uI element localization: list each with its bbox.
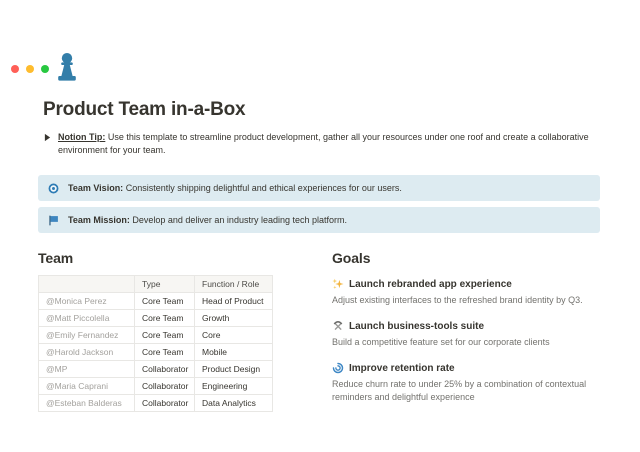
member-name-cell[interactable]: @Matt Piccolella [38, 309, 135, 327]
member-role-cell[interactable]: Data Analytics [194, 394, 273, 412]
tip-label: Notion Tip: [58, 132, 106, 142]
goal-item: Improve retention rate Reduce churn rate… [332, 362, 602, 404]
member-type-cell[interactable]: Collaborator [134, 360, 195, 378]
mission-text-block: Team Mission: Develop and deliver an ind… [68, 214, 347, 226]
vision-label: Team Vision: [68, 183, 124, 193]
goal-description: Reduce churn rate to under 25% by a comb… [332, 379, 587, 402]
tip-text: Use this template to streamline product … [58, 132, 589, 155]
minimize-window-button[interactable] [26, 65, 34, 73]
goal-item: Launch rebranded app experience Adjust e… [332, 278, 602, 307]
toggle-triangle-icon[interactable] [44, 133, 51, 146]
goal-description: Adjust existing interfaces to the refres… [332, 295, 583, 305]
goal-item: Launch business-tools suite Build a comp… [332, 320, 602, 349]
team-heading: Team [38, 250, 74, 266]
vision-text-block: Team Vision: Consistently shipping delig… [68, 182, 402, 194]
table-header-row: Type Function / Role [38, 275, 273, 293]
member-name-cell[interactable]: @Monica Perez [38, 292, 135, 310]
member-role-cell[interactable]: Head of Product [194, 292, 273, 310]
goal-title: Launch business-tools suite [349, 320, 485, 332]
member-type-cell[interactable]: Collaborator [134, 377, 195, 395]
goal-title: Launch rebranded app experience [349, 278, 512, 290]
flag-icon [48, 215, 59, 226]
table-row: @Esteban Balderas Collaborator Data Anal… [38, 394, 273, 412]
team-table: Type Function / Role @Monica Perez Core … [38, 275, 273, 412]
team-section: Team Type Function / Role @Monica Perez … [38, 250, 273, 412]
table-row: @Matt Piccolella Core Team Growth [38, 309, 273, 327]
goals-heading: Goals [332, 250, 371, 266]
member-name-cell[interactable]: @Emily Fernandez [38, 326, 135, 344]
sparkles-icon [332, 278, 344, 290]
header-cell-blank[interactable] [38, 275, 135, 293]
table-row: @Harold Jackson Core Team Mobile [38, 343, 273, 361]
zoom-window-button[interactable] [41, 65, 49, 73]
pawn-icon[interactable] [54, 52, 80, 84]
notion-tip-toggle-block[interactable]: Notion Tip: Use this template to streaml… [44, 131, 600, 157]
tip-text-block: Notion Tip: Use this template to streaml… [58, 131, 600, 157]
hammer-and-pick-icon [332, 320, 344, 332]
team-vision-callout: Team Vision: Consistently shipping delig… [38, 175, 600, 201]
member-name-cell[interactable]: @Maria Caprani [38, 377, 135, 395]
member-type-cell[interactable]: Core Team [134, 292, 195, 310]
member-role-cell[interactable]: Product Design [194, 360, 273, 378]
member-type-cell[interactable]: Core Team [134, 309, 195, 327]
table-row: @Monica Perez Core Team Head of Product [38, 292, 273, 310]
member-role-cell[interactable]: Engineering [194, 377, 273, 395]
table-row: @Emily Fernandez Core Team Core [38, 326, 273, 344]
mission-label: Team Mission: [68, 215, 130, 225]
two-column-section: Team Type Function / Role @Monica Perez … [38, 250, 600, 412]
member-type-cell[interactable]: Core Team [134, 326, 195, 344]
table-row: @Maria Caprani Collaborator Engineering [38, 377, 273, 395]
vision-text: Consistently shipping delightful and eth… [125, 183, 402, 193]
window-controls [11, 65, 49, 73]
member-name-cell[interactable]: @Esteban Balderas [38, 394, 135, 412]
mission-text: Develop and deliver an industry leading … [132, 215, 347, 225]
member-role-cell[interactable]: Growth [194, 309, 273, 327]
table-row: @MP Collaborator Product Design [38, 360, 273, 378]
member-role-cell[interactable]: Mobile [194, 343, 273, 361]
close-window-button[interactable] [11, 65, 19, 73]
goal-title: Improve retention rate [349, 362, 455, 374]
goal-title-row: Improve retention rate [332, 362, 602, 374]
goal-title-row: Launch rebranded app experience [332, 278, 602, 290]
goals-section: Goals Launch rebranded app experience Ad… [332, 250, 602, 412]
goal-title-row: Launch business-tools suite [332, 320, 602, 332]
team-mission-callout: Team Mission: Develop and deliver an ind… [38, 207, 600, 233]
member-role-cell[interactable]: Core [194, 326, 273, 344]
member-name-cell[interactable]: @Harold Jackson [38, 343, 135, 361]
goal-description: Build a competitive feature set for our … [332, 337, 550, 347]
member-type-cell[interactable]: Core Team [134, 343, 195, 361]
page-title: Product Team in-a-Box [43, 99, 246, 120]
member-name-cell[interactable]: @MP [38, 360, 135, 378]
member-type-cell[interactable]: Collaborator [134, 394, 195, 412]
header-cell-type[interactable]: Type [134, 275, 195, 293]
notion-page: Product Team in-a-Box Notion Tip: Use th… [0, 52, 640, 412]
swirl-icon [332, 362, 344, 374]
compass-icon [48, 183, 59, 194]
header-cell-function-role[interactable]: Function / Role [194, 275, 273, 293]
